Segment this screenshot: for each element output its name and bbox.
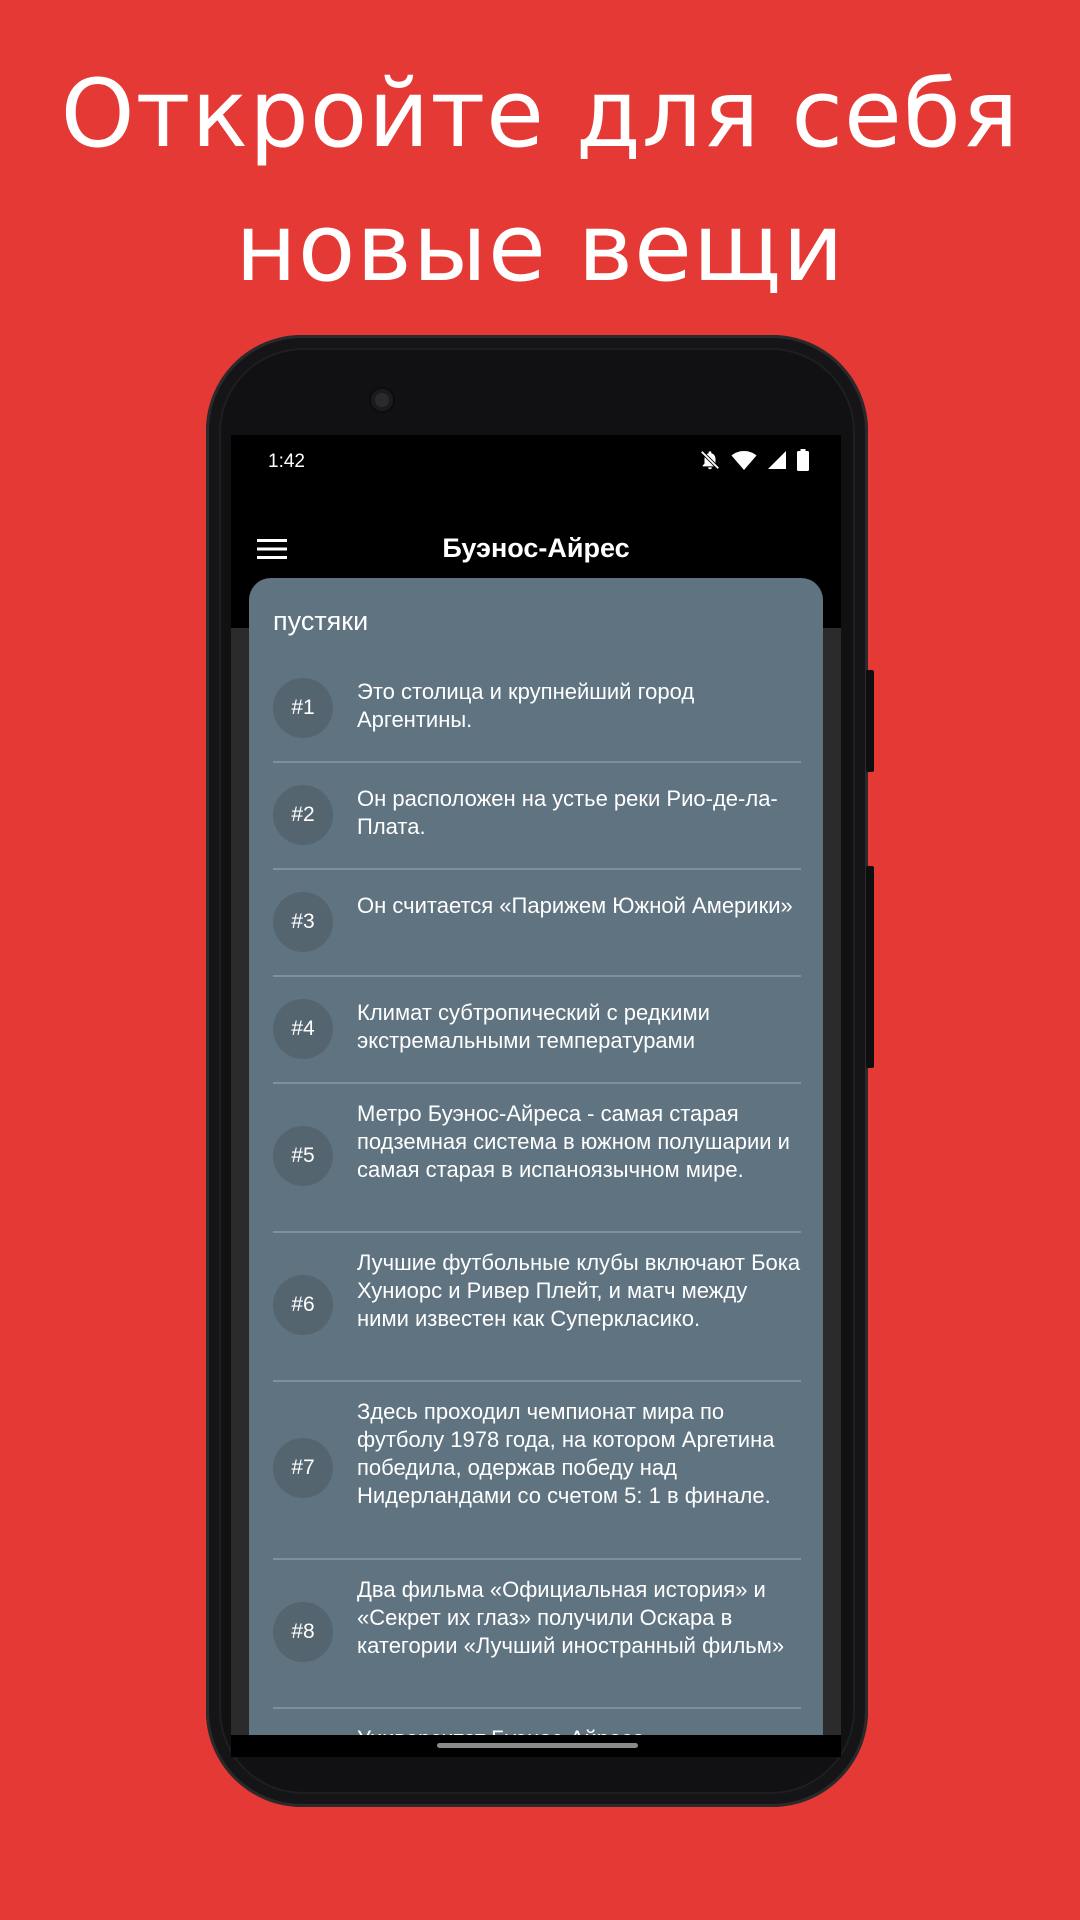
item-text: Два фильма «Официальная история» и «Секр…	[357, 1577, 785, 1658]
item-text: Он считается «Парижем Южной Америки»	[357, 893, 793, 918]
wifi-icon	[731, 451, 757, 470]
promo-headline: Откройте для себя новые вещи	[0, 48, 1080, 316]
item-text: Метро Буэнос-Айреса - самая старая подзе…	[357, 1101, 790, 1182]
volume-button	[866, 670, 874, 772]
card-title: пустяки	[273, 606, 369, 636]
list-item[interactable]: #4 Климат субтропический с редкими экстр…	[273, 977, 801, 1084]
status-time: 1:42	[268, 451, 305, 472]
app-title: Буэнос-Айрес	[442, 533, 630, 563]
front-camera	[371, 389, 393, 411]
item-text: Здесь проходил чемпионат мира по футболу…	[357, 1399, 775, 1508]
item-text: Это столица и крупнейший город Аргентины…	[357, 679, 695, 732]
trivia-list: #1 Это столица и крупнейший город Аргент…	[273, 656, 801, 1757]
promo-line-2: новые вещи	[235, 194, 845, 303]
item-number-badge: #2	[273, 785, 333, 845]
list-item[interactable]: #5 Метро Буэнос-Айреса - самая старая по…	[273, 1084, 801, 1233]
item-number-badge: #1	[273, 678, 333, 738]
phone-screen: 1:42 Буэнос-Айрес пустяки #1 Это столица…	[231, 435, 841, 1757]
item-text: Климат субтропический с редкими экстрема…	[357, 1000, 710, 1053]
home-gesture-handle[interactable]	[437, 1743, 638, 1748]
list-item[interactable]: #2 Он расположен на устье реки Рио-де-ла…	[273, 763, 801, 870]
status-icons	[699, 449, 809, 471]
power-button	[866, 866, 874, 1068]
promo-line-1: Откройте для себя	[60, 60, 1020, 169]
battery-icon	[797, 449, 809, 471]
item-text: Он расположен на устье реки Рио-де-ла-Пл…	[357, 786, 778, 839]
item-number-badge: #5	[273, 1126, 333, 1186]
trivia-card: пустяки #1 Это столица и крупнейший горо…	[249, 578, 823, 1757]
signal-icon	[768, 451, 786, 469]
status-bar: 1:42	[231, 435, 841, 491]
list-item[interactable]: #7 Здесь проходил чемпионат мира по футб…	[273, 1382, 801, 1560]
item-number-badge: #4	[273, 999, 333, 1059]
item-number-badge: #6	[273, 1275, 333, 1335]
list-item[interactable]: #1 Это столица и крупнейший город Аргент…	[273, 656, 801, 763]
item-text: Лучшие футбольные клубы включают Бока Ху…	[357, 1250, 801, 1331]
item-number-badge: #7	[273, 1438, 333, 1498]
list-item[interactable]: #3 Он считается «Парижем Южной Америки»	[273, 870, 801, 977]
list-item[interactable]: #8 Два фильма «Официальная история» и «С…	[273, 1560, 801, 1709]
item-number-badge: #8	[273, 1602, 333, 1662]
list-item[interactable]: #6 Лучшие футбольные клубы включают Бока…	[273, 1233, 801, 1382]
bell-off-icon	[700, 450, 720, 470]
item-number-badge: #3	[273, 892, 333, 952]
